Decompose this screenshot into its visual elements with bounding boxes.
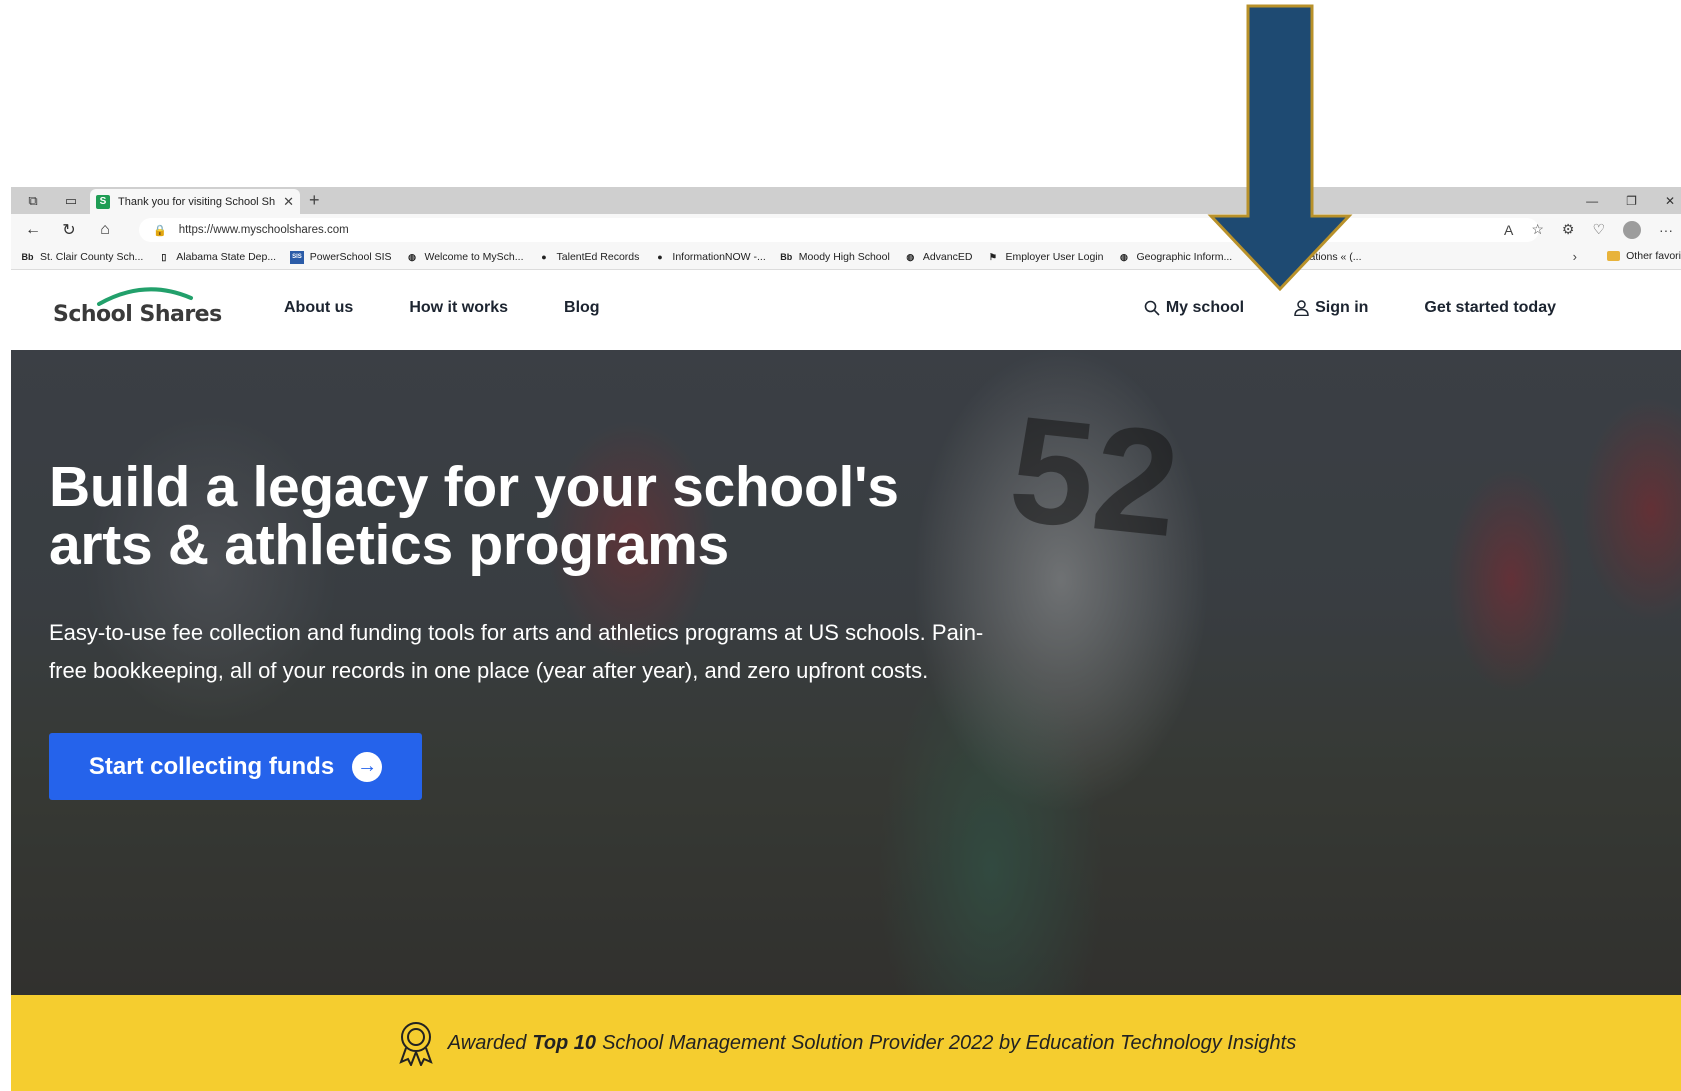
bookmark-item[interactable]: ● TalentEd Records (538, 251, 640, 264)
user-icon (1294, 300, 1309, 316)
bookmark-badge-icon: Bb (21, 252, 34, 262)
favorites-overflow-chevron-icon[interactable]: › (1573, 249, 1577, 264)
more-menu-icon[interactable]: ··· (1659, 222, 1673, 238)
favorite-star-icon[interactable]: ☆ (1531, 221, 1544, 238)
hero-section: 52 Build a legacy for your school's arts… (11, 350, 1681, 995)
sign-in-link[interactable]: Sign in (1294, 299, 1368, 317)
bookmark-label: InformationNOW -... (672, 251, 766, 263)
award-banner: Awarded Top 10 School Management Solutio… (11, 995, 1681, 1091)
home-icon[interactable]: ⌂ (87, 221, 123, 239)
hero-content: Build a legacy for your school's arts & … (49, 458, 1009, 800)
window-controls: — ❐ ✕ (1586, 187, 1681, 214)
circle-icon: ● (657, 252, 663, 262)
start-collecting-funds-button[interactable]: Start collecting funds → (49, 733, 422, 800)
tab-actions-icon[interactable]: ▭ (61, 191, 81, 211)
bookmark-badge-icon: Bb (780, 252, 793, 262)
hero-subtitle: Easy-to-use fee collection and funding t… (49, 620, 984, 683)
bookmark-item[interactable]: ▯ Alabama State Dep... (157, 251, 276, 264)
arrow-right-circle-icon: → (352, 751, 383, 782)
bookmark-label: Employer User Login (1005, 251, 1104, 263)
restore-icon[interactable]: ❐ (1626, 194, 1637, 208)
cta-label: Start collecting funds (88, 752, 335, 780)
bookmark-label: PowerSchool SIS (309, 251, 392, 263)
bookmark-item[interactable]: ● InformationNOW -... (653, 251, 766, 264)
bookmark-badge-icon: SIS (290, 250, 304, 264)
bookmark-item[interactable]: SIS PowerSchool SIS (290, 250, 392, 264)
hero-title-line-1: Build a legacy for your school's (49, 455, 899, 519)
site-header: School Shares About us How it works Blog… (11, 270, 1681, 350)
flag-icon: ⚑ (988, 251, 997, 262)
close-window-icon[interactable]: ✕ (1665, 194, 1675, 208)
award-highlight: Top 10 (532, 1031, 597, 1054)
nav-blog[interactable]: Blog (564, 299, 600, 317)
bookmark-label: AdvancED (922, 251, 973, 263)
tab-title: Thank you for visiting School Sh (118, 195, 276, 208)
address-bar-row: ← ↻ ⌂ 🔒 https://www.myschoolshares.com A… (11, 214, 1681, 245)
sign-in-label: Sign in (1315, 299, 1369, 316)
refresh-icon[interactable]: ↻ (51, 220, 87, 240)
circle-icon: ● (541, 252, 547, 262)
annotation-down-arrow-icon (1207, 4, 1353, 292)
nav-how-it-works[interactable]: How it works (409, 299, 508, 317)
award-ribbon-icon (396, 1020, 436, 1066)
search-icon (1144, 300, 1160, 316)
browser-window: ⧉ ▭ S Thank you for visiting School Sh ✕… (11, 187, 1681, 1091)
bookmark-label: Welcome to MySch... (424, 251, 524, 263)
minimize-icon[interactable]: — (1586, 194, 1598, 208)
bookmark-label: Moody High School (798, 251, 890, 263)
hero-title: Build a legacy for your school's arts & … (49, 458, 999, 574)
school-shares-logo[interactable]: School Shares (53, 284, 233, 334)
award-prefix: Awarded (447, 1031, 527, 1054)
bookmark-label: TalentEd Records (556, 251, 640, 263)
header-actions: My school Sign in Get started today (1144, 299, 1681, 317)
tab-close-icon[interactable]: ✕ (283, 194, 294, 210)
profile-avatar-icon[interactable] (1623, 220, 1641, 239)
globe-icon: ◍ (408, 251, 416, 262)
url-text: https://www.myschoolshares.com (178, 224, 349, 236)
hero-background-photo: 52 (1002, 383, 1187, 569)
my-school-link[interactable]: My school (1144, 299, 1244, 317)
new-tab-icon[interactable]: + (309, 190, 320, 211)
bookmark-item[interactable]: ◍ Welcome to MySch... (406, 251, 524, 264)
page-icon: ▯ (161, 251, 167, 262)
bookmark-item[interactable]: ◍ AdvancED (904, 251, 973, 264)
main-nav: About us How it works Blog (284, 299, 600, 317)
award-suffix: School Management Solution Provider 2022… (602, 1031, 1297, 1054)
other-favorites-folder[interactable]: Other favori (1607, 250, 1681, 262)
globe-icon: ◍ (1120, 251, 1128, 262)
nav-about-us[interactable]: About us (284, 299, 353, 317)
workspaces-icon[interactable]: ⧉ (23, 191, 43, 211)
other-favorites-label: Other favori (1626, 250, 1681, 262)
lock-icon: 🔒 (153, 224, 167, 237)
bookmark-item[interactable]: Bb St. Clair County Sch... (21, 251, 144, 264)
extensions-icon[interactable]: ⚙ (1562, 221, 1575, 238)
bookmark-item[interactable]: Bb Moody High School (780, 251, 890, 264)
bookmark-label: St. Clair County Sch... (40, 251, 144, 263)
globe-icon: ◍ (906, 251, 915, 262)
tab-strip: ⧉ ▭ S Thank you for visiting School Sh ✕… (11, 187, 1681, 214)
get-started-link[interactable]: Get started today (1424, 299, 1556, 317)
bookmark-item[interactable]: ⚑ Employer User Login (986, 251, 1104, 264)
back-arrow-icon[interactable]: ← (15, 221, 51, 239)
browser-tab-active[interactable]: S Thank you for visiting School Sh ✕ (90, 189, 300, 214)
site-favicon-icon: S (96, 194, 110, 209)
my-school-label: My school (1165, 299, 1245, 316)
bookmark-label: Alabama State Dep... (176, 251, 277, 263)
address-bar-icons: A ☆ ⚙ ♡ ··· (1504, 214, 1681, 245)
hero-title-line-2: arts & athletics programs (49, 513, 729, 577)
browser-essentials-icon[interactable]: ♡ (1592, 221, 1605, 238)
favorites-bar: Bb St. Clair County Sch... ▯ Alabama State … (11, 245, 1681, 270)
folder-icon (1607, 251, 1621, 261)
read-aloud-icon[interactable]: A (1504, 222, 1513, 238)
logo-text: School Shares (53, 302, 222, 327)
